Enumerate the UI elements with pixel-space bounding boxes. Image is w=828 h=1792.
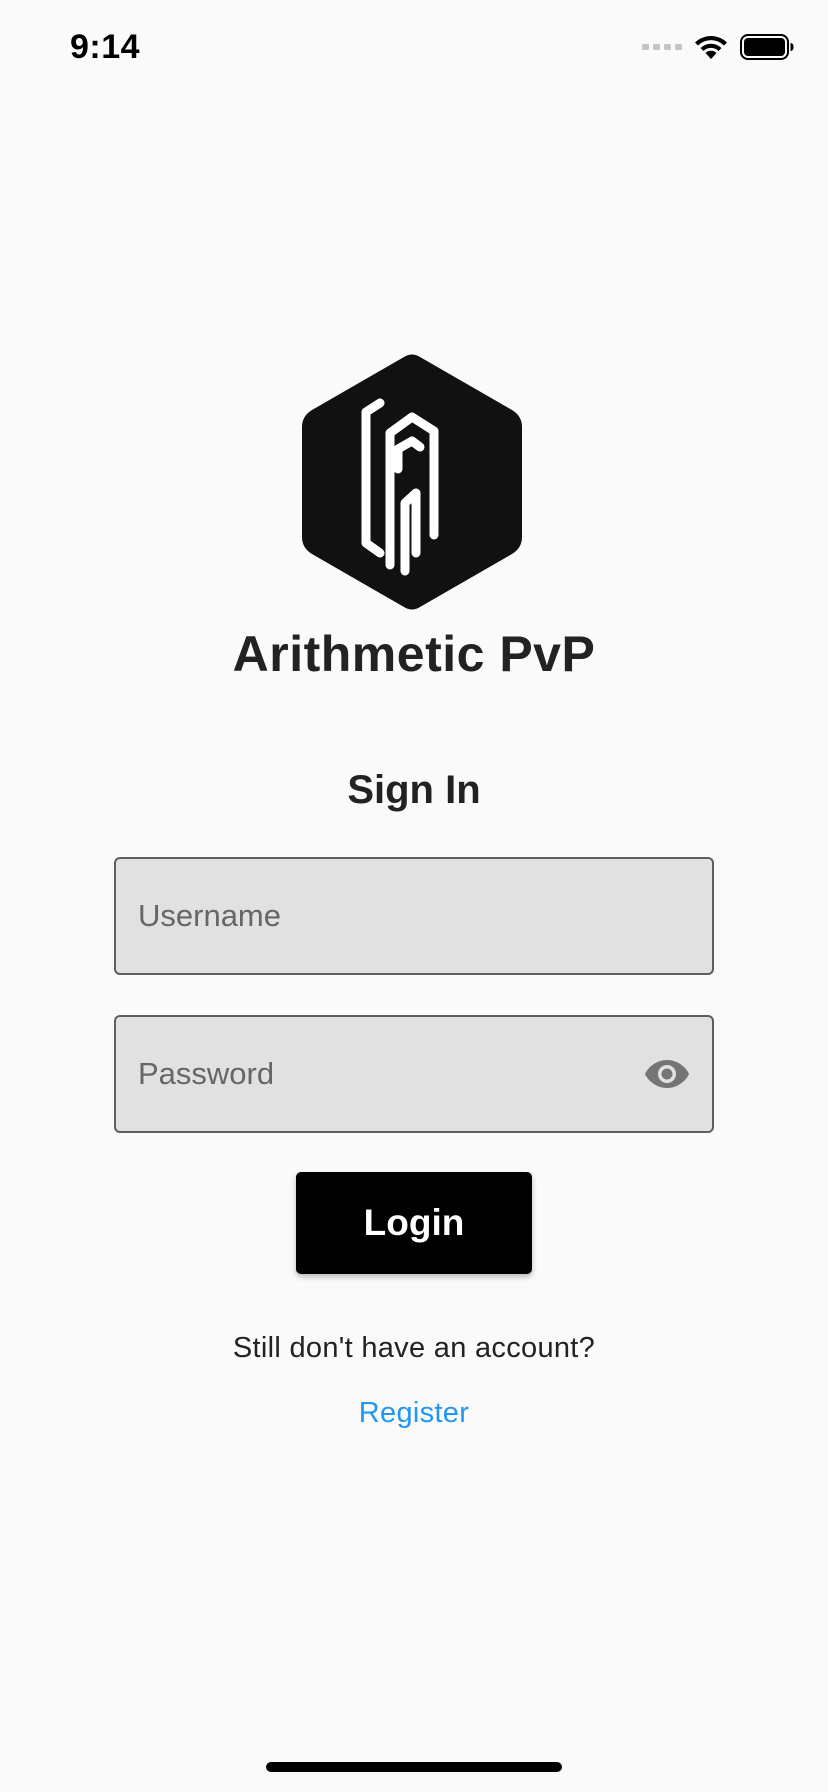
signal-icon	[642, 44, 682, 50]
username-field[interactable]	[114, 857, 714, 975]
home-indicator[interactable]	[266, 1762, 562, 1772]
status-icons	[642, 34, 794, 60]
login-screen: 9:14 Arithmetic PvP Sign In Username Log…	[0, 0, 828, 1792]
battery-icon	[740, 34, 794, 60]
account-prompt-text: Still don't have an account?	[232, 1332, 596, 1364]
status-time: 9:14	[70, 28, 141, 66]
password-field[interactable]	[114, 1015, 714, 1133]
sign-in-heading: Sign In	[347, 768, 481, 812]
register-link[interactable]: Register	[0, 1397, 828, 1430]
status-bar: 9:14	[0, 0, 828, 100]
password-input[interactable]	[138, 1017, 618, 1131]
wifi-icon	[695, 36, 727, 59]
app-title: Arithmetic PvP	[232, 626, 596, 682]
eye-icon[interactable]	[644, 1057, 690, 1091]
username-input[interactable]	[138, 859, 618, 973]
login-button[interactable]: Login	[296, 1172, 532, 1274]
app-logo-icon	[302, 354, 522, 610]
